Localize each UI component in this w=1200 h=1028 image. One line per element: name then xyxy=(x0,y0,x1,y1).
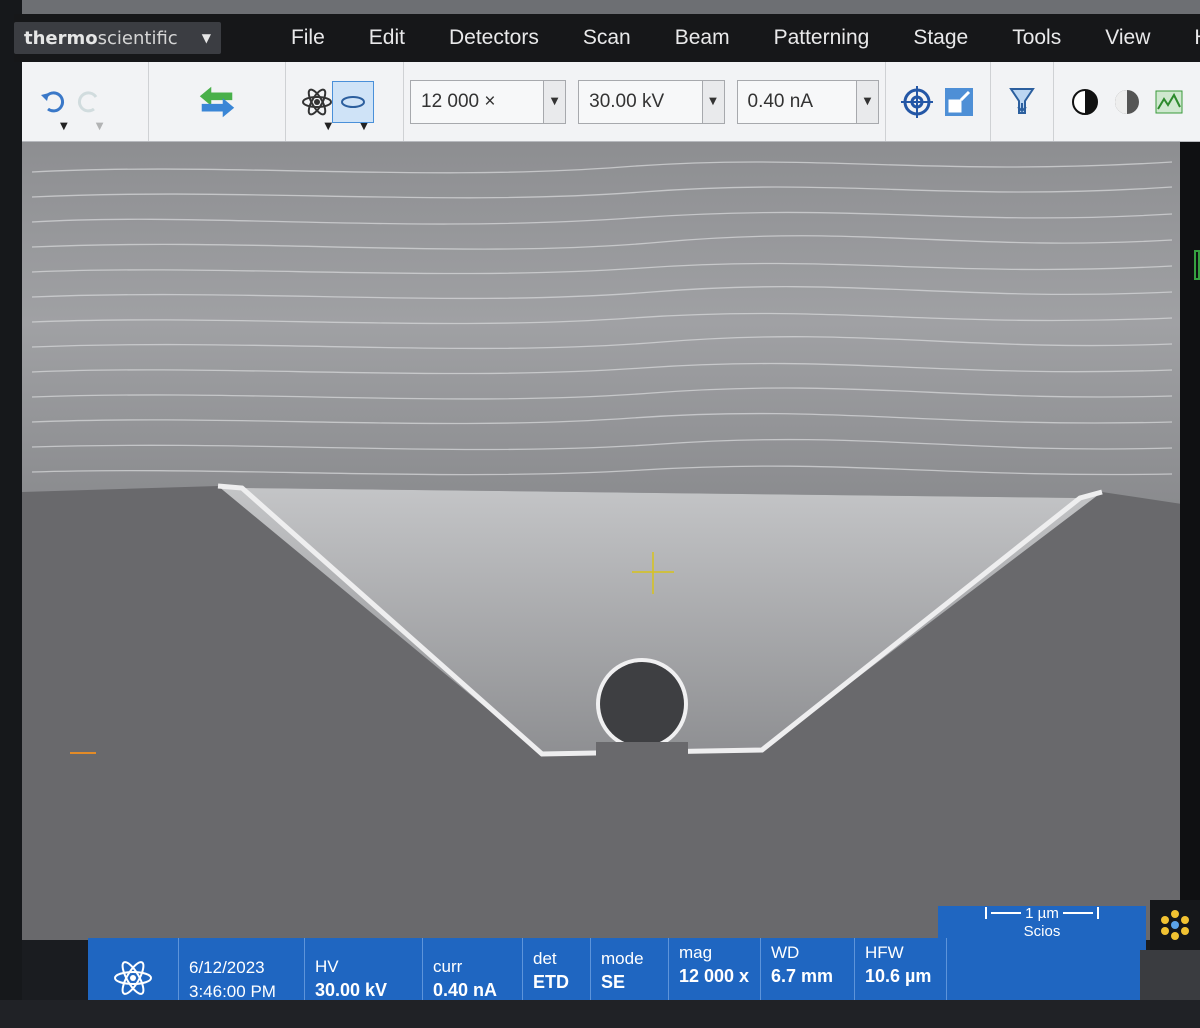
menu-edit[interactable]: Edit xyxy=(347,26,427,50)
high-voltage-combo[interactable]: 30.00 kV ▼ xyxy=(578,79,725,124)
beam-tools-group: ▼ ▼ xyxy=(286,62,404,141)
wd-label: WD xyxy=(771,943,800,962)
beam-switch-group xyxy=(149,62,287,141)
contrast-icon[interactable] xyxy=(1064,81,1106,123)
scale-value: 1 µm xyxy=(1025,904,1059,922)
hv-label: HV xyxy=(315,957,339,976)
scale-bar: 1 µm Scios xyxy=(938,905,1146,940)
menu-beam[interactable]: Beam xyxy=(653,26,752,50)
sem-image-viewport[interactable] xyxy=(22,142,1182,940)
chevron-down-icon: ▼ xyxy=(201,31,211,45)
monitor-bezel-left xyxy=(0,0,22,1028)
menubar: thermo scientific ▼ File Edit Detectors … xyxy=(14,14,1200,62)
wd-value: 6.7 mm xyxy=(771,966,834,986)
magnification-combo[interactable]: 12 000 × ▼ xyxy=(410,79,567,124)
beam-switch-icon[interactable] xyxy=(196,81,238,123)
toolbar: ▼ ▼ ▼ ▼ 12 000 × ▼ 30.00 kV ▼ 0.40 nA ▼ xyxy=(22,62,1200,142)
brightness-icon[interactable] xyxy=(1106,81,1148,123)
chevron-down-icon[interactable]: ▼ xyxy=(96,121,104,132)
curr-value: 0.40 nA xyxy=(433,980,498,1000)
hv-value: 30.00 kV xyxy=(315,980,388,1000)
brand-light: scientific xyxy=(97,27,178,49)
lens-icon[interactable] xyxy=(332,80,375,123)
target-icon[interactable] xyxy=(896,81,938,123)
chevron-down-icon[interactable]: ▼ xyxy=(360,121,368,132)
stage-lift-icon[interactable] xyxy=(1001,81,1043,123)
menu-view[interactable]: View xyxy=(1083,26,1172,50)
via-hole xyxy=(600,662,684,746)
magnification-value: 12 000 × xyxy=(421,90,496,112)
image-adjust-group xyxy=(1054,62,1200,141)
scale-line: 1 µm xyxy=(985,905,1099,922)
green-marker xyxy=(1194,250,1200,280)
menu-patterning[interactable]: Patterning xyxy=(752,26,892,50)
chevron-down-icon[interactable]: ▼ xyxy=(324,121,332,132)
sem-image xyxy=(22,142,1182,940)
view-tools-group xyxy=(885,62,991,141)
menu-scan[interactable]: Scan xyxy=(561,26,653,50)
brand-menu[interactable]: thermo scientific ▼ xyxy=(14,22,221,54)
menu-detectors[interactable]: Detectors xyxy=(427,26,561,50)
chevron-down-icon[interactable]: ▼ xyxy=(60,121,68,132)
menu-items: File Edit Detectors Scan Beam Patterning… xyxy=(269,26,1200,50)
chevron-down-icon[interactable]: ▼ xyxy=(701,80,724,123)
curr-label: curr xyxy=(433,957,463,976)
orange-marker xyxy=(70,752,96,754)
desk-area xyxy=(0,1000,1200,1028)
current-combo[interactable]: 0.40 nA ▼ xyxy=(736,79,879,124)
det-value: ETD xyxy=(533,972,569,992)
date: 6/12/2023 xyxy=(189,958,265,977)
zoom-region-icon[interactable] xyxy=(938,81,980,123)
chevron-down-icon[interactable]: ▼ xyxy=(543,80,566,123)
det-label: det xyxy=(533,949,557,968)
menu-stage[interactable]: Stage xyxy=(891,26,990,50)
menu-help[interactable]: Help xyxy=(1172,26,1200,50)
histogram-icon[interactable] xyxy=(1148,81,1190,123)
hfw-label: HFW xyxy=(865,943,904,962)
mag-label: mag xyxy=(679,943,713,962)
mode-label: mode xyxy=(601,949,644,968)
current-value: 0.40 nA xyxy=(747,90,814,112)
high-voltage-value: 30.00 kV xyxy=(589,90,665,112)
instrument-logo-icon xyxy=(1150,900,1200,950)
brand-bold: thermo xyxy=(24,27,98,49)
stage-tools-group xyxy=(991,62,1054,141)
redo-icon[interactable] xyxy=(68,81,110,123)
mode-value: SE xyxy=(601,972,626,992)
undo-redo-group: ▼ ▼ xyxy=(22,62,150,141)
chevron-down-icon[interactable]: ▼ xyxy=(856,80,878,123)
instrument-name: Scios xyxy=(1023,922,1061,940)
menu-file[interactable]: File xyxy=(269,26,347,50)
menu-tools[interactable]: Tools xyxy=(990,26,1083,50)
mag-value: 12 000 x xyxy=(679,966,750,986)
hfw-value: 10.6 µm xyxy=(865,966,932,986)
